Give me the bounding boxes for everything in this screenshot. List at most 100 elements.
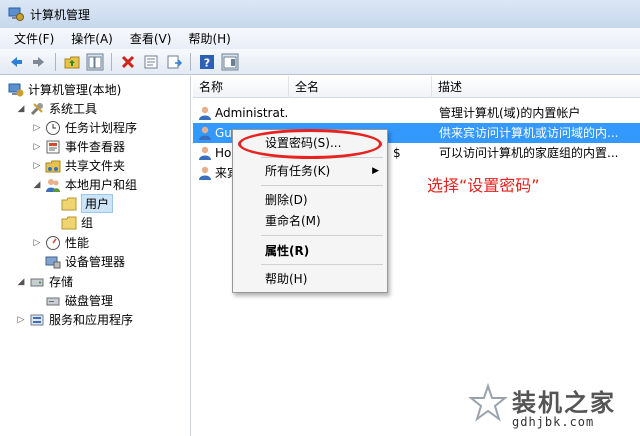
tools-icon (30, 102, 43, 115)
menu-view[interactable]: 查看(V) (122, 30, 181, 47)
tree-item-label: 用户 (81, 194, 114, 213)
tree-item-label: 服务和应用程序 (49, 313, 134, 327)
performance-icon (46, 235, 60, 250)
tree-item-performance[interactable]: ▷ 性能 (32, 233, 89, 252)
menu-item-properties[interactable]: 属性(R) (233, 240, 387, 262)
user-icon (199, 106, 211, 120)
tree-item-label: 存储 (49, 275, 74, 289)
tree-item-label: 本地用户和组 (65, 178, 138, 192)
tree-item-system-tools[interactable]: ◢ 系统工具 (16, 99, 97, 118)
tree-item-groups[interactable]: 组 (61, 213, 93, 232)
storage-icon (30, 278, 44, 286)
menu-item-label: 所有任务(K) (265, 164, 331, 178)
tree-item-shared-folders[interactable]: ▷ 共享文件夹 (32, 156, 125, 175)
users-icon (46, 178, 60, 192)
user-icon (199, 166, 211, 180)
menu-bar: 文件(F) 操作(A) 查看(V) 帮助(H) (0, 28, 640, 49)
collapse-icon[interactable]: ◢ (16, 104, 26, 114)
menu-action[interactable]: 操作(A) (63, 30, 122, 47)
expand-icon[interactable]: ▷ (32, 142, 42, 152)
toolbar-separator (111, 52, 112, 71)
expand-icon[interactable]: ▷ (32, 238, 42, 248)
tree-item-label: 设备管理器 (65, 255, 126, 269)
tree-item-label: 任务计划程序 (65, 121, 138, 135)
menu-separator (261, 235, 383, 236)
menu-separator (261, 185, 383, 186)
shared-folder-icon (45, 160, 61, 172)
collapse-icon[interactable]: ◢ (32, 180, 42, 190)
column-header-fullname[interactable]: 全名 (289, 76, 432, 98)
watermark-url: gdhjbk.com (512, 415, 595, 429)
folder-icon (61, 197, 77, 210)
properties-icon[interactable] (141, 52, 161, 72)
menu-file[interactable]: 文件(F) (6, 30, 63, 47)
list-header: 名称 全名 描述 (193, 76, 640, 98)
tree-item-label: 共享文件夹 (65, 159, 126, 173)
help-icon[interactable]: ? (197, 52, 217, 72)
tree-item-label: 系统工具 (49, 102, 98, 116)
tree-item-users[interactable]: 用户 (61, 194, 114, 213)
toolbar-separator (190, 52, 191, 71)
delete-icon[interactable] (118, 52, 138, 72)
cell-description: 供来宾访问计算机或访问域的内... (439, 126, 619, 140)
highlight-ellipse (238, 129, 382, 159)
tree-item-label: 性能 (65, 236, 90, 250)
toolbar-separator (55, 52, 56, 71)
menu-item-help[interactable]: 帮助(H) (233, 268, 387, 290)
show-hide-tree-icon[interactable] (85, 52, 105, 72)
cell-description: 管理计算机(域)的内置帐户 (439, 106, 581, 120)
event-viewer-icon (46, 140, 60, 153)
tree-item-label: 组 (81, 216, 94, 230)
expand-icon[interactable]: ▷ (32, 123, 42, 133)
table-row[interactable]: Administrat... 管理计算机(域)的内置帐户 (193, 103, 640, 123)
computer-management-icon (8, 7, 24, 21)
user-icon (199, 146, 211, 160)
cell-name: Administrat... (215, 106, 289, 120)
tree-item-event-viewer[interactable]: ▷ 事件查看器 (32, 137, 125, 156)
menu-item-rename[interactable]: 重命名(M) (233, 210, 387, 232)
services-icon (30, 314, 44, 325)
tree-item-device-manager[interactable]: 设备管理器 (45, 252, 125, 271)
menu-item-delete[interactable]: 删除(D) (233, 189, 387, 211)
tree-item-storage[interactable]: ◢ 存储 (16, 272, 73, 291)
tree-item-computer-management[interactable]: 计算机管理(本地) (8, 80, 121, 99)
up-folder-icon[interactable] (62, 52, 82, 72)
svg-text:?: ? (204, 56, 210, 69)
toolbar: ? (0, 49, 640, 75)
tree-item-services-apps[interactable]: ▷ 服务和应用程序 (16, 310, 133, 329)
window-title: 计算机管理 (30, 7, 91, 22)
tree-item-task-scheduler[interactable]: ▷ 任务计划程序 (32, 118, 137, 137)
console-tree: 计算机管理(本地) ◢ 系统工具 ▷ 任务计划程序 ▷ 事件查看器 ▷ 共享文件… (0, 76, 191, 436)
computer-icon (8, 83, 24, 96)
expand-icon[interactable]: ▷ (16, 315, 26, 325)
device-manager-icon (45, 256, 61, 268)
tree-item-disk-management[interactable]: 磁盘管理 (45, 291, 113, 310)
user-icon (199, 126, 211, 140)
tree-item-label: 磁盘管理 (65, 294, 114, 308)
clock-icon (46, 120, 60, 135)
menu-separator (261, 264, 383, 265)
console-icon[interactable] (220, 52, 240, 72)
cell-fullname (293, 103, 431, 123)
annotation-text: 选择“设置密码” (427, 176, 540, 195)
column-header-name[interactable]: 名称 (193, 76, 289, 98)
menu-help[interactable]: 帮助(H) (180, 30, 239, 47)
watermark-title: 装机之家 (512, 389, 616, 417)
collapse-icon[interactable]: ◢ (16, 277, 26, 287)
cell-fullname: $ (393, 146, 401, 160)
menu-item-all-tasks[interactable]: 所有任务(K) ▶ (233, 160, 387, 182)
tree-item-label: 事件查看器 (65, 140, 126, 154)
watermark: 装机之家 gdhjbk.com (468, 381, 640, 436)
tree-item-local-users-groups[interactable]: ◢ 本地用户和组 (32, 175, 137, 194)
title-bar: 计算机管理 (0, 0, 640, 28)
tree-item-label: 计算机管理(本地) (28, 83, 122, 97)
disk-icon (46, 297, 60, 305)
watermark-logo (468, 383, 508, 422)
export-icon[interactable] (164, 52, 184, 72)
forward-icon[interactable] (29, 52, 49, 72)
folder-icon (61, 216, 77, 229)
submenu-arrow-icon: ▶ (372, 166, 379, 176)
column-header-description[interactable]: 描述 (432, 76, 640, 98)
back-icon[interactable] (6, 52, 26, 72)
expand-icon[interactable]: ▷ (32, 161, 42, 171)
